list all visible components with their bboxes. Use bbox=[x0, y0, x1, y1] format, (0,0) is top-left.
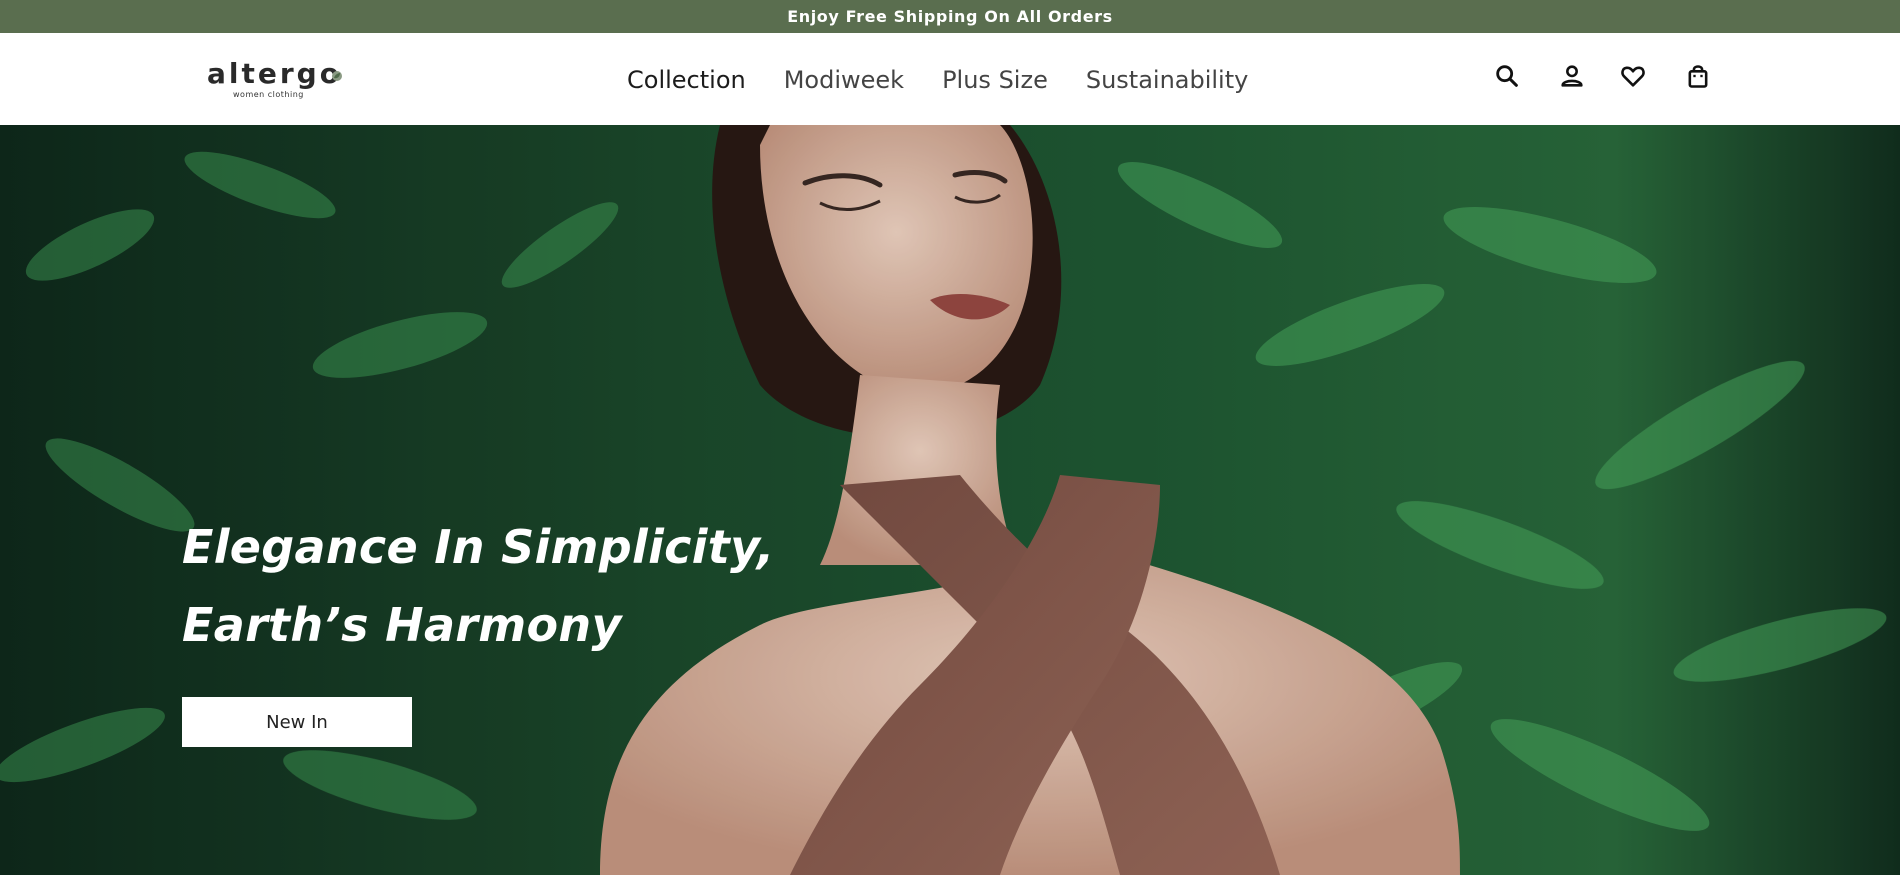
hero-image bbox=[0, 125, 1900, 875]
cart-button[interactable] bbox=[1682, 60, 1714, 92]
heart-icon bbox=[1621, 66, 1645, 87]
announcement-bar: Enjoy Free Shipping On All Orders bbox=[0, 0, 1900, 33]
hero-headline-line1: Elegance In Simplicity, bbox=[182, 520, 775, 574]
new-in-button[interactable]: New In bbox=[182, 697, 412, 747]
nav-item-plus-size[interactable]: Plus Size bbox=[942, 63, 1048, 97]
user-icon bbox=[1561, 65, 1583, 87]
wishlist-button[interactable] bbox=[1617, 60, 1649, 92]
announcement-text: Enjoy Free Shipping On All Orders bbox=[787, 7, 1113, 26]
nav-item-collection[interactable]: Collection bbox=[627, 63, 746, 97]
hero-banner: Elegance In Simplicity, Earth’s Harmony … bbox=[0, 125, 1900, 875]
hero-headline-line2: Earth’s Harmony bbox=[182, 598, 622, 652]
brand-tagline: women clothing bbox=[233, 90, 304, 99]
brand-name: altergo bbox=[207, 57, 342, 90]
brand-logo[interactable]: altergo women clothing bbox=[207, 57, 357, 103]
nav-item-sustainability[interactable]: Sustainability bbox=[1086, 63, 1249, 97]
shopping-bag-icon bbox=[1688, 65, 1708, 88]
main-nav: Collection Modiweek Plus Size Sustainabi… bbox=[627, 63, 1248, 97]
search-button[interactable] bbox=[1491, 60, 1523, 92]
account-button[interactable] bbox=[1556, 60, 1588, 92]
nav-item-modiweek[interactable]: Modiweek bbox=[784, 63, 904, 97]
leaf-icon bbox=[332, 71, 342, 81]
search-icon bbox=[1496, 65, 1518, 87]
site-header: altergo women clothing Collection Modiwe… bbox=[0, 33, 1900, 125]
